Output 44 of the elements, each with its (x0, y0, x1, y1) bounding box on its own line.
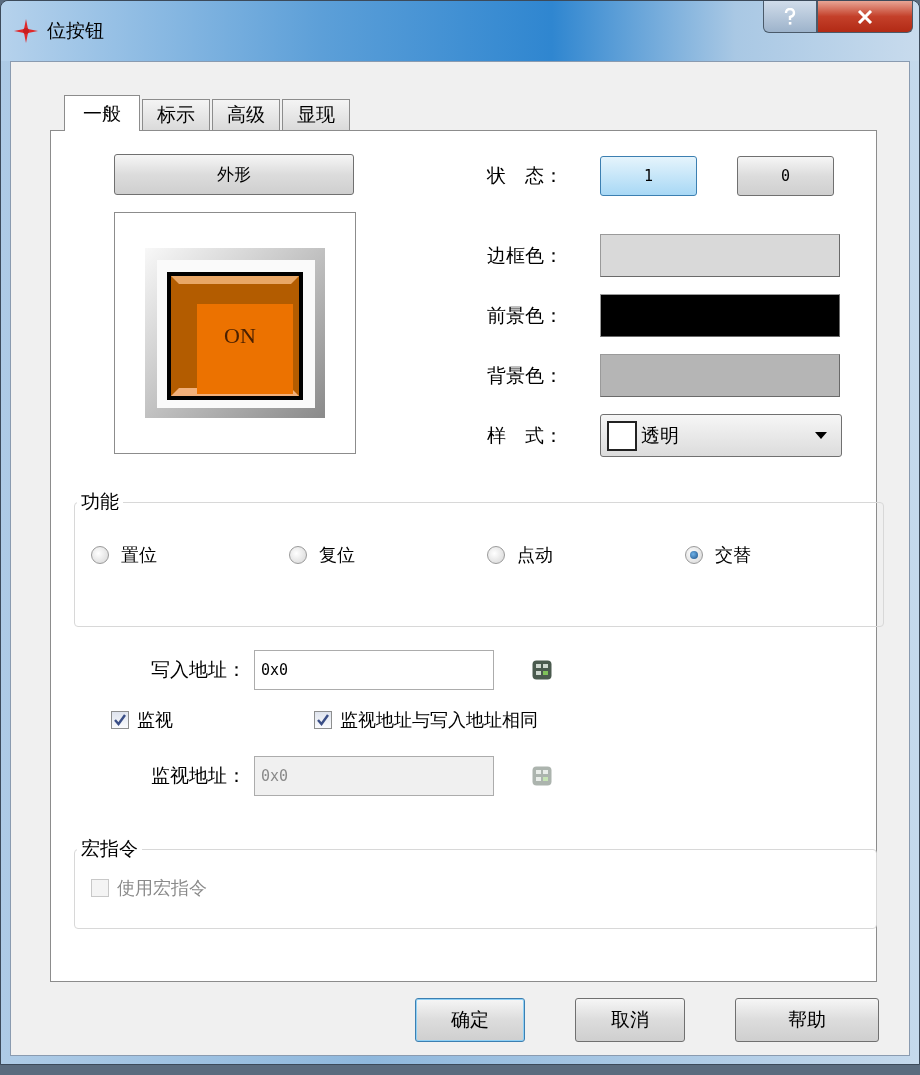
color-swatch[interactable] (600, 294, 840, 337)
tab[interactable]: 一般 (64, 95, 140, 131)
color-label: 背景色： (487, 362, 564, 388)
address-label: 写入地址： (150, 657, 246, 682)
empty-square-icon (607, 420, 637, 451)
checkbox[interactable] (314, 711, 332, 729)
address-picker-icon[interactable] (532, 660, 552, 680)
color-label: 前景色： (487, 302, 564, 328)
state-label: 状 态： (487, 162, 564, 188)
color-swatch[interactable] (600, 354, 840, 397)
tab[interactable]: 显现 (282, 99, 350, 130)
radio-label: 置位 (121, 543, 157, 567)
dialog-button[interactable]: 取消 (575, 998, 685, 1042)
color-swatch[interactable] (600, 234, 840, 277)
radio-label: 点动 (517, 543, 553, 567)
dialog-button[interactable]: 确定 (415, 998, 525, 1042)
checkbox-label: 监视 (137, 708, 173, 732)
address-label: 监视地址： (150, 763, 246, 788)
window-title: 位按钮 (47, 18, 104, 43)
tab[interactable]: 高级 (212, 99, 280, 130)
state-button[interactable]: 1 (600, 155, 697, 196)
state-button[interactable]: 0 (737, 155, 834, 196)
radio-button[interactable] (289, 546, 307, 564)
radio-label: 复位 (319, 543, 355, 567)
radio-label: 交替 (715, 543, 751, 567)
close-icon[interactable] (817, 1, 913, 33)
caret-icon (815, 432, 827, 439)
radio-button[interactable] (685, 546, 703, 564)
appearance-button[interactable]: 外形 (114, 154, 354, 195)
style-label: 样 式： (487, 422, 564, 448)
group-title: 功能 (80, 489, 120, 514)
address-field[interactable]: 0x0 (254, 650, 494, 690)
color-label: 边框色： (487, 242, 564, 268)
group-title: 宏指令 (80, 836, 139, 861)
radio-button[interactable] (487, 546, 505, 564)
preview-label: ON (224, 323, 256, 348)
checkbox[interactable] (111, 711, 129, 729)
checkbox-label: 监视地址与写入地址相同 (340, 708, 538, 732)
tab[interactable]: 标示 (142, 99, 210, 130)
style-dropdown[interactable]: 透明 (600, 414, 842, 457)
dialog-button[interactable]: 帮助 (735, 998, 879, 1042)
help-icon[interactable] (763, 1, 817, 33)
radio-button[interactable] (91, 546, 109, 564)
checkbox-label: 使用宏指令 (117, 876, 207, 900)
